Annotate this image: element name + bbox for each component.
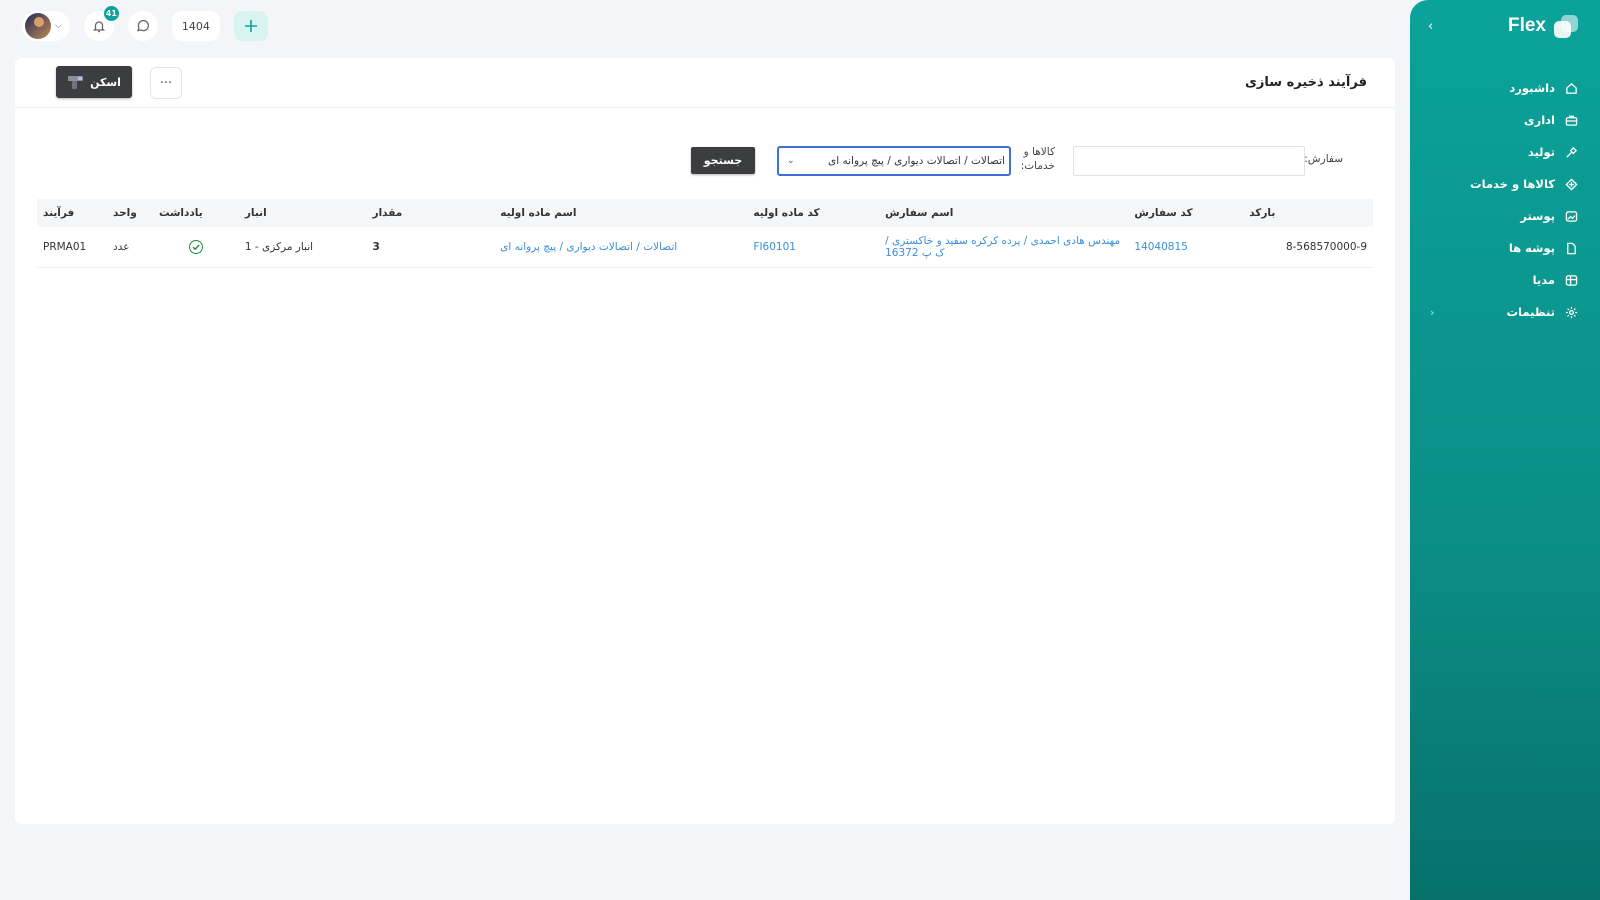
sidebar-header: Flex › (1410, 0, 1600, 52)
cell-order-code: 14040815 (1128, 227, 1244, 268)
chevron-left-icon[interactable]: ‹ (1430, 306, 1434, 319)
cell-material-code: FI60101 (747, 227, 880, 268)
goods-filter-label: کالاها و خدمات: (1020, 146, 1055, 172)
sidebar-item-production[interactable]: تولید (1410, 136, 1600, 168)
chevron-down-icon[interactable]: ⌵ (55, 21, 62, 31)
sidebar: Flex › داشبورد اداری تولید کالاها و خدما… (1410, 0, 1600, 900)
cell-quantity: 3 (366, 227, 495, 268)
chevron-down-icon: ⌄ (787, 156, 795, 166)
sidebar-item-dashboard[interactable]: داشبورد (1410, 72, 1600, 104)
sidebar-item-label: داشبورد (1509, 81, 1555, 95)
add-button[interactable] (233, 11, 268, 41)
column-header-unit[interactable]: واحد (107, 199, 153, 227)
cell-note (152, 227, 239, 268)
year-selector[interactable]: 1404 (171, 11, 220, 41)
notification-count-badge: 41 (103, 6, 119, 21)
sidebar-item-media[interactable]: مدیا (1410, 264, 1600, 296)
brand-name: Flex (1507, 15, 1546, 36)
media-icon (1565, 274, 1578, 287)
column-header-material-code[interactable]: کد ماده اولیه (747, 199, 879, 227)
card-header: فرآیند ذخیره سازی ··· اسکن (15, 58, 1395, 108)
gear-icon (1565, 306, 1578, 319)
material-code-link[interactable]: FI60101 (753, 241, 796, 253)
barcode-scanner-icon (68, 75, 84, 89)
briefcase-icon (1565, 114, 1578, 127)
sidebar-nav: داشبورد اداری تولید کالاها و خدمات پوستر (1410, 72, 1600, 328)
column-header-barcode[interactable]: بارکد (1243, 199, 1373, 227)
column-header-process[interactable]: فرآیند (37, 199, 107, 227)
tools-icon (1565, 146, 1578, 159)
user-menu[interactable]: ⌵ (22, 11, 70, 41)
sidebar-item-settings[interactable]: تنظیمات ‹ (1410, 296, 1600, 328)
main-card: فرآیند ذخیره سازی ··· اسکن سفارش: کالاها… (15, 58, 1395, 824)
column-header-note[interactable]: یادداشت (153, 199, 239, 227)
flex-logo-icon (1554, 14, 1578, 38)
storage-table: بارکد کد سفارش اسم سفارش کد ماده اولیه ا… (37, 199, 1373, 268)
scan-button-label: اسکن (90, 75, 121, 89)
cell-order-name: مهندس هادی احمدی / پرده کرکره سفید و خاک… (879, 227, 1129, 268)
goods-services-select[interactable]: اتصالات / اتصالات دیواری / پیچ پروانه ای… (777, 146, 1011, 176)
filters-bar: سفارش: کالاها و خدمات: اتصالات / اتصالات… (15, 146, 1395, 176)
sidebar-item-office[interactable]: اداری (1410, 104, 1600, 136)
order-code-link[interactable]: 14040815 (1134, 241, 1187, 253)
plus-icon (244, 20, 257, 32)
search-button[interactable]: جستجو (691, 147, 755, 174)
cell-process: PRMA01 (37, 227, 108, 268)
sidebar-item-goods-services[interactable]: کالاها و خدمات (1410, 168, 1600, 200)
chat-icon (136, 19, 149, 32)
material-name-link[interactable]: اتصالات / اتصالات دیواری / پیچ پروانه ای (500, 241, 677, 253)
sidebar-item-label: اداری (1524, 113, 1555, 127)
sidebar-item-label: تنظیمات (1506, 305, 1556, 319)
home-icon (1565, 82, 1578, 95)
goods-select-value: اتصالات / اتصالات دیواری / پیچ پروانه ای (828, 155, 1005, 167)
column-header-material-name[interactable]: اسم ماده اولیه (494, 199, 747, 227)
check-icon[interactable] (188, 239, 203, 254)
bell-icon (92, 21, 105, 33)
more-options-button[interactable]: ··· (150, 67, 182, 99)
box-icon (1565, 177, 1578, 191)
cell-barcode: 8-568570000-9 (1243, 227, 1373, 268)
table-row[interactable]: 8-568570000-9 14040815 مهندس هادی احمدی … (37, 227, 1373, 268)
folder-icon (1565, 242, 1578, 255)
cell-store: انبار مرکزی - 1 (238, 227, 367, 268)
sidebar-item-label: پوستر (1520, 209, 1555, 223)
sidebar-collapse-chevron-icon[interactable]: › (1428, 19, 1433, 34)
brand[interactable]: Flex (1508, 14, 1578, 38)
sidebar-item-label: پوشه ها (1508, 241, 1555, 255)
column-header-order-code[interactable]: کد سفارش (1128, 199, 1243, 227)
order-filter-input[interactable] (1073, 146, 1305, 176)
sidebar-item-folders[interactable]: پوشه ها (1410, 232, 1600, 264)
order-filter-label: سفارش: (1304, 153, 1343, 165)
chat-button[interactable] (127, 11, 158, 41)
order-name-link[interactable]: مهندس هادی احمدی / پرده کرکره سفید و خاک… (885, 235, 1120, 259)
sidebar-item-poster[interactable]: پوستر (1410, 200, 1600, 232)
sidebar-item-label: کالاها و خدمات (1470, 177, 1555, 191)
cell-material-name: اتصالات / اتصالات دیواری / پیچ پروانه ای (494, 227, 748, 268)
avatar[interactable] (25, 13, 51, 39)
cell-unit: عدد (107, 227, 153, 268)
image-icon (1565, 210, 1578, 223)
sidebar-item-label: تولید (1527, 145, 1555, 159)
column-header-order-name[interactable]: اسم سفارش (879, 199, 1128, 227)
topbar: ⌵ 41 1404 (22, 6, 268, 42)
table-header-row: بارکد کد سفارش اسم سفارش کد ماده اولیه ا… (37, 199, 1373, 227)
page-title: فرآیند ذخیره سازی (1245, 75, 1367, 90)
column-header-quantity[interactable]: مقدار (367, 199, 495, 227)
column-header-store[interactable]: انبار (239, 199, 367, 227)
sidebar-item-label: مدیا (1532, 273, 1555, 287)
scan-button[interactable]: اسکن (56, 66, 132, 98)
notifications-button[interactable]: 41 (83, 6, 119, 41)
